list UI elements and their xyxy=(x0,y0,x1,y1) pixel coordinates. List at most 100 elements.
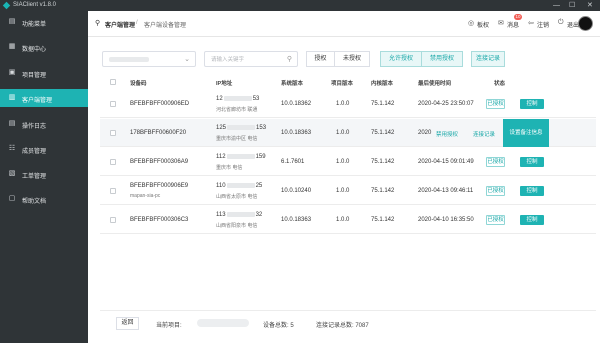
table-row[interactable]: 178BFBFF00600F20 125 153 重庆市渝中区 电信 10.0.1… xyxy=(100,119,596,147)
last-used-time: 2020 xyxy=(418,130,432,136)
disable-authorization-button[interactable]: 禁用授权 xyxy=(421,51,463,67)
os-version: 10.0.18363 xyxy=(281,217,312,223)
board-icon: ◎ xyxy=(468,20,475,27)
select-all-checkbox[interactable] xyxy=(110,79,116,85)
allow-authorization-button[interactable]: 允许授权 xyxy=(380,51,422,67)
table-row[interactable]: BFEBFBFF000306C3 113 32 山西省阳泉市 电信 10.0.18… xyxy=(100,206,596,234)
avatar[interactable] xyxy=(578,16,593,31)
project-select-value xyxy=(109,57,149,62)
sidebar-item-label: 客户端管理 xyxy=(22,98,53,104)
device-code: BFEBFBFF000306C3 xyxy=(130,217,189,223)
logout-link[interactable]: 注销 xyxy=(537,20,549,29)
os-version: 10.0.18363 xyxy=(281,130,312,136)
project-select[interactable]: ⌄ xyxy=(102,51,196,67)
location-pin-icon: ⚲ xyxy=(95,20,101,27)
os-version: 6.1.7601 xyxy=(281,159,305,165)
help-icon: ▢ xyxy=(8,195,16,202)
control-button[interactable]: 控制 xyxy=(520,186,544,196)
kernel-version: 75.1.142 xyxy=(371,188,395,194)
column-header-ip: IP地址 xyxy=(216,81,233,87)
sidebar-item-clients[interactable]: ▥ 客户端管理 xyxy=(0,89,88,107)
row-checkbox[interactable] xyxy=(110,217,116,223)
device-code: BFEBFBFF000906E9 xyxy=(130,183,189,189)
search-field[interactable]: ⚲ xyxy=(204,51,298,67)
filter-authorized-button[interactable]: 授权 xyxy=(306,51,335,67)
current-project-label: 当前项目: xyxy=(156,323,182,329)
row-checkbox[interactable] xyxy=(110,101,116,107)
sidebar-item-members[interactable]: ☷ 成员管理 xyxy=(0,140,88,158)
filter-unauthorized-button[interactable]: 未授权 xyxy=(334,51,370,67)
sidebar-item-menu[interactable]: ▤ 功能菜单 xyxy=(0,13,88,31)
dashboard-icon: ▦ xyxy=(8,43,16,50)
device-code: BFEBFBFF000306A9 xyxy=(130,159,189,165)
table-row[interactable]: BFEBFBFF000906E9 mapan-sia-pc 110 25 山西省太… xyxy=(100,177,596,205)
column-header-project-version: 项目版本 xyxy=(331,81,354,87)
kernel-version: 75.1.142 xyxy=(371,159,395,165)
device-count: 设备总数: 5 xyxy=(263,323,294,329)
set-remark-button[interactable]: 设置备注信息 xyxy=(503,119,549,147)
app-title: SIAClient v1.8.0 xyxy=(13,2,57,8)
control-button[interactable]: 控制 xyxy=(520,215,544,225)
status-authorized-button[interactable]: 已授权 xyxy=(486,99,505,109)
ip-location: 河北省廊坊市 联通 xyxy=(216,107,258,113)
close-button[interactable]: ✕ xyxy=(587,1,593,10)
control-button[interactable]: 控制 xyxy=(520,99,544,109)
status-authorized-button[interactable]: 已授权 xyxy=(486,157,505,167)
disable-authorization-link[interactable]: 禁用授权 xyxy=(436,130,458,138)
sidebar-item-label: 数据中心 xyxy=(22,47,47,53)
sidebar-item-data-center[interactable]: ▦ 数据中心 xyxy=(0,38,88,56)
ip-location: 重庆市渝中区 电信 xyxy=(216,136,258,142)
member-icon: ☷ xyxy=(8,145,16,152)
minimize-button[interactable]: — xyxy=(553,1,560,10)
connection-records-button[interactable]: 连接记录 xyxy=(471,51,505,67)
board-link[interactable]: 板权 xyxy=(477,20,489,29)
log-icon: ▤ xyxy=(8,120,16,127)
device-code: BFEBFBFF000906ED xyxy=(130,101,190,107)
search-input[interactable] xyxy=(211,55,283,64)
last-used-time: 2020-04-10 16:35:50 xyxy=(418,217,474,223)
message-link[interactable]: 消息 xyxy=(507,20,519,29)
ip-address: 125 153 xyxy=(216,125,267,132)
table-header: 设备码 IP地址 系统版本 项目版本 内核版本 最后使用时间 状态 xyxy=(100,76,596,89)
row-checkbox[interactable] xyxy=(110,159,116,165)
title-bar: SIAClient v1.8.0 — ☐ ✕ xyxy=(0,0,600,11)
sidebar-item-label: 工单管理 xyxy=(22,174,47,180)
control-button[interactable]: 控制 xyxy=(520,157,544,167)
kernel-version: 75.1.142 xyxy=(371,217,395,223)
project-version: 1.0.0 xyxy=(336,217,350,223)
status-authorized-button[interactable]: 已授权 xyxy=(486,186,505,196)
sidebar-item-help[interactable]: ▢ 帮助文档 xyxy=(0,190,88,208)
footer: 返回 当前项目: 设备总数: 5 连接记录总数: 7087 xyxy=(100,310,596,332)
ip-location: 山西省太原市 电信 xyxy=(216,194,258,200)
row-checkbox[interactable] xyxy=(110,188,116,194)
table-row[interactable]: BFEBFBFF000306A9 112 159 重庆市 电信 6.1.7601 … xyxy=(100,148,596,176)
table-row[interactable]: BFEBFBFF000906ED 12 53 河北省廊坊市 联通 10.0.183… xyxy=(100,90,596,118)
row-checkbox[interactable] xyxy=(110,130,116,136)
client-icon: ▥ xyxy=(8,94,16,101)
ip-address: 112 159 xyxy=(216,154,266,161)
sidebar-item-logs[interactable]: ▤ 操作日志 xyxy=(0,115,88,133)
project-version: 1.0.0 xyxy=(336,188,350,194)
maximize-button[interactable]: ☐ xyxy=(569,1,575,10)
sidebar-item-label: 功能菜单 xyxy=(22,22,47,28)
search-icon[interactable]: ⚲ xyxy=(287,55,292,63)
device-hostname: mapan-sia-pc xyxy=(130,193,161,199)
ip-address: 110 25 xyxy=(216,183,263,190)
chevron-down-icon: ⌄ xyxy=(184,56,190,63)
sidebar-item-label: 操作日志 xyxy=(22,124,47,130)
connection-records-link[interactable]: 连接记录 xyxy=(473,130,495,138)
breadcrumb-root[interactable]: 客户端管理 xyxy=(105,20,135,29)
status-authorized-button[interactable]: 已授权 xyxy=(486,215,505,225)
app-logo-icon xyxy=(2,1,11,10)
ip-location: 山西省阳泉市 电信 xyxy=(216,223,258,229)
sidebar: ▤ 功能菜单 ▦ 数据中心 ▣ 项目管理 ▥ 客户端管理 ▤ 操作日志 ☷ 成员… xyxy=(0,11,88,343)
column-header-status: 状态 xyxy=(494,81,506,87)
breadcrumb-separator: / xyxy=(136,20,138,26)
column-header-kernel: 内核版本 xyxy=(371,81,394,87)
device-code: 178BFBFF00600F20 xyxy=(130,130,187,136)
kernel-version: 75.1.142 xyxy=(371,101,395,107)
back-button[interactable]: 返回 xyxy=(116,317,139,330)
sidebar-item-label: 成员管理 xyxy=(22,149,47,155)
sidebar-item-projects[interactable]: ▣ 项目管理 xyxy=(0,64,88,82)
sidebar-item-tickets[interactable]: ▧ 工单管理 xyxy=(0,165,88,183)
